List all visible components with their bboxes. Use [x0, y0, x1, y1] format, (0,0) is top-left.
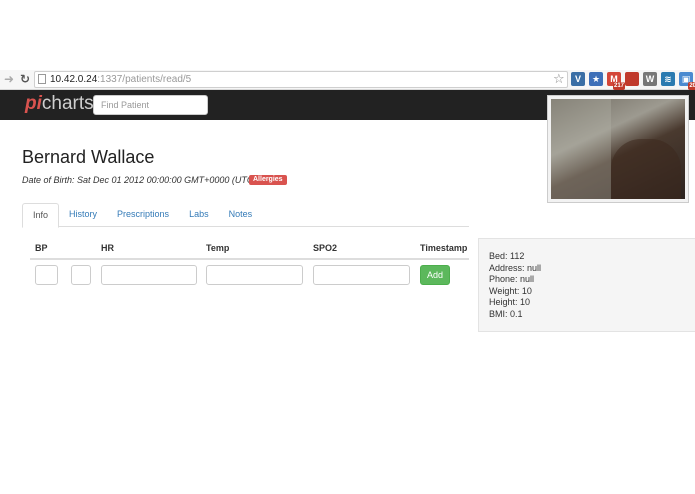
- phone-info: Phone: null: [489, 274, 535, 285]
- vitals-input-row: Add: [30, 260, 469, 289]
- tab-info[interactable]: Info: [22, 203, 60, 228]
- find-patient-input[interactable]: [93, 95, 208, 115]
- height-info: Height: 10: [489, 297, 531, 308]
- tab-notes[interactable]: Notes: [219, 203, 263, 227]
- header-timestamp: Timestamp: [420, 243, 468, 253]
- extension-badge: 217: [612, 82, 625, 90]
- reload-icon[interactable]: ↻: [18, 72, 32, 86]
- webcam-feed-image: [551, 99, 685, 199]
- blank-top-area: [0, 0, 695, 70]
- bed-info: Bed: 112: [489, 251, 525, 261]
- brand-logo[interactable]: picharts: [25, 93, 94, 115]
- address-bar[interactable]: 10.42.0.24:1337/patients/read/5: [34, 71, 568, 88]
- wordpress-icon[interactable]: W: [643, 72, 657, 86]
- vimium-icon[interactable]: V: [571, 72, 585, 86]
- url-path: :1337/patients/read/5: [97, 74, 192, 85]
- header-hr: HR: [101, 243, 114, 253]
- weight-info: Weight: 10: [489, 285, 532, 296]
- wave-icon[interactable]: ≋: [661, 72, 675, 86]
- bookmark-star-icon[interactable]: ★: [589, 72, 603, 86]
- header-spo2: SPO2: [313, 243, 338, 253]
- gmail-icon[interactable]: M 217: [607, 72, 625, 90]
- allergies-badge[interactable]: Allergies: [249, 175, 287, 185]
- monitor-icon[interactable]: ▣ 20: [679, 72, 695, 90]
- bookmark-star-icon[interactable]: ☆: [553, 71, 565, 87]
- spo2-input[interactable]: [313, 265, 410, 285]
- hr-input[interactable]: [101, 265, 197, 285]
- date-of-birth: Date of Birth: Sat Dec 01 2012 00:00:00 …: [22, 175, 257, 185]
- page-icon: [38, 74, 46, 84]
- red-book-icon[interactable]: [625, 72, 639, 86]
- bp-systolic-input[interactable]: [35, 265, 58, 285]
- address-info: Address: null: [489, 262, 542, 273]
- extension-icons: V ★ M 217 W ≋ ▣ 20: [571, 72, 695, 90]
- tab-history[interactable]: History: [59, 203, 107, 227]
- vitals-header-row: BP HR Temp SPO2 Timestamp: [30, 238, 469, 260]
- tab-prescriptions[interactable]: Prescriptions: [107, 203, 179, 227]
- add-vitals-button[interactable]: Add: [420, 265, 450, 285]
- extension-badge: 20: [688, 82, 695, 90]
- brand-charts: charts: [41, 93, 94, 114]
- patient-tabs: Info History Prescriptions Labs Notes: [22, 203, 469, 228]
- browser-toolbar: ➜ ↻ 10.42.0.24:1337/patients/read/5 ☆ V ★…: [0, 70, 695, 90]
- bmi-info: BMI: 0.1: [489, 308, 523, 319]
- patient-info-panel: Bed: 112 Address: null Phone: null Weigh…: [478, 238, 695, 332]
- patient-name: Bernard Wallace: [22, 147, 155, 167]
- url-host: 10.42.0.24: [50, 74, 98, 85]
- bp-diastolic-input[interactable]: [71, 265, 91, 285]
- tab-labs[interactable]: Labs: [179, 203, 219, 227]
- header-bp: BP: [35, 243, 48, 253]
- webcam-preview: [547, 95, 689, 203]
- brand-pi: pi: [25, 93, 42, 114]
- header-temp: Temp: [206, 243, 230, 253]
- vitals-table: BP HR Temp SPO2 Timestamp Add: [30, 238, 469, 289]
- temp-input[interactable]: [206, 265, 303, 285]
- back-arrow-icon[interactable]: ➜: [2, 72, 16, 86]
